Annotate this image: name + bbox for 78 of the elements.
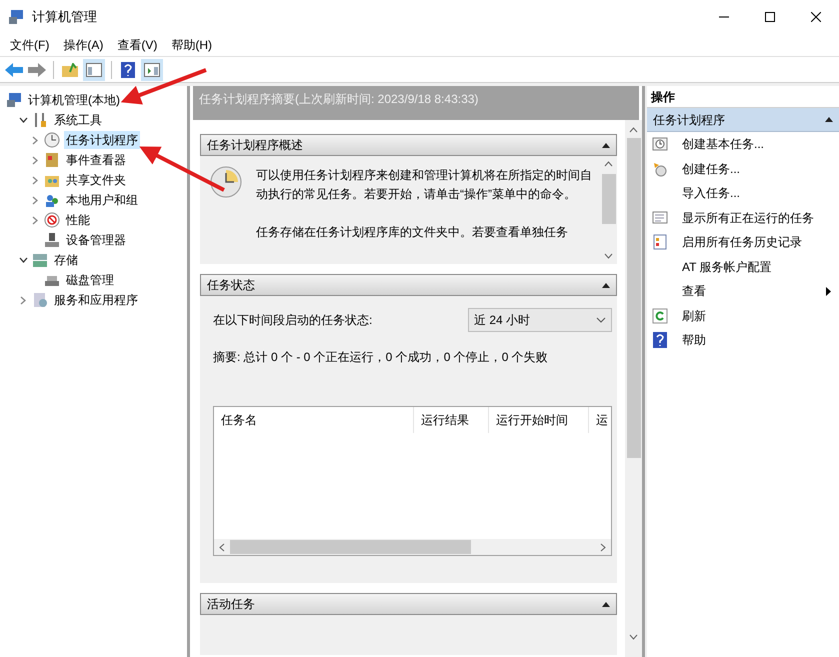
column-header[interactable]: 任务名 [214,407,414,433]
action-label: AT 服务帐户配置 [682,258,772,276]
section-header[interactable]: 活动任务 [200,593,617,615]
action-item[interactable]: 帮助 [647,328,839,352]
action-label: 查看 [682,283,706,300]
menu-item[interactable]: 帮助(H) [165,34,218,56]
period-label: 在以下时间段启动的任务状态: [213,312,372,329]
tree-item[interactable]: 系统工具 [52,111,104,129]
log-icon [652,234,668,250]
tree-item[interactable]: 任务计划程序 [64,131,140,149]
tree-item[interactable]: 事件查看器 [64,151,128,169]
tree-item[interactable]: 性能 [64,211,92,229]
dropdown-chevron-icon [596,317,606,323]
period-dropdown[interactable]: 近 24 小时 [468,308,612,332]
action-item[interactable]: AT 服务帐户配置 [647,254,839,279]
list-icon [652,210,668,226]
summary-header: 任务计划程序摘要(上次刷新时间: 2023/9/18 8:43:33) [193,86,639,120]
console-tree-icon[interactable] [83,58,105,80]
event-log-icon [44,152,60,168]
scrollbar[interactable] [625,120,642,657]
column-header[interactable]: 运行结果 [414,407,489,433]
refresh-icon [652,308,668,324]
tree-item[interactable]: 本地用户和组 [64,191,140,209]
services-icon [32,292,48,308]
section-title: 活动任务 [207,596,255,613]
collapse-caret-icon[interactable] [602,282,610,288]
tree-item[interactable]: 存储 [52,251,80,269]
menu-item[interactable]: 操作(A) [57,34,110,56]
computer-icon [6,92,22,108]
scroll-left-icon[interactable] [219,542,225,552]
action-pane-icon[interactable] [141,58,163,80]
collapse-caret-icon[interactable] [602,142,610,148]
close-icon [811,12,821,22]
section-header[interactable]: 任务状态 [200,274,617,296]
action-label: 创建基本任务... [682,136,764,154]
action-label: 导入任务... [682,185,740,202]
computer-icon [8,9,24,25]
scroll-right-icon[interactable] [600,542,606,552]
users-icon [44,192,60,208]
collapse-caret-icon[interactable] [602,602,610,606]
column-header[interactable]: 运 [589,407,611,433]
tree-item[interactable]: 共享文件夹 [64,171,128,189]
action-label: 显示所有正在运行的任务 [682,210,814,227]
horizontal-scrollbar[interactable] [214,539,611,555]
section-title: 任务计划程序概述 [207,137,303,154]
action-label: 帮助 [682,332,706,350]
submenu-arrow-icon [826,286,831,296]
action-item[interactable]: 查看 [647,279,839,304]
action-label: 刷新 [682,308,706,325]
description-text: 可以使用任务计划程序来创建和管理计算机将在所指定的时间自动执行的常见任务。若要开始，请单击“操作”菜单中的命令。 [256,167,593,203]
tree-item[interactable]: 磁盘管理 [64,271,116,289]
tree-item[interactable]: 服务和应用程序 [52,291,140,309]
column-header[interactable]: 运行开始时间 [489,407,589,433]
section-title: 任务状态 [207,277,255,294]
action-item[interactable]: 导入任务... [647,181,839,206]
window-title: 计算机管理 [32,8,97,26]
tools-icon [32,112,48,128]
action-item[interactable]: 创建基本任务... [647,132,839,156]
menu-item[interactable]: 查看(V) [111,34,164,56]
collapse-caret-icon[interactable] [825,117,833,122]
help-icon[interactable] [118,60,138,80]
action-item[interactable]: 显示所有正在运行的任务 [647,206,839,230]
action-item[interactable]: 刷新 [647,304,839,328]
action-label: 创建任务... [682,160,740,178]
status-summary: 摘要: 总计 0 个 - 0 个正在运行，0 个成功，0 个停止，0 个失败 [213,349,549,366]
tree-item[interactable]: 设备管理器 [64,231,128,249]
storage-icon [32,252,48,268]
action-item[interactable]: 创建任务... [647,156,839,181]
maximize-icon [765,12,775,22]
description-text: 任务存储在任务计划程序库的文件夹中。若要查看单独任务 [256,224,569,241]
section-header[interactable]: 任务计划程序概述 [200,134,617,156]
menu-item[interactable]: 文件(F) [4,34,56,56]
actions-section-header[interactable]: 任务计划程序 [647,108,839,132]
action-item[interactable]: 启用所有任务历史记录 [647,230,839,254]
tree-item[interactable]: 计算机管理(本地) [26,91,122,109]
action-label: 启用所有任务历史记录 [682,234,802,252]
device-icon [44,232,60,248]
help-icon [652,332,668,348]
